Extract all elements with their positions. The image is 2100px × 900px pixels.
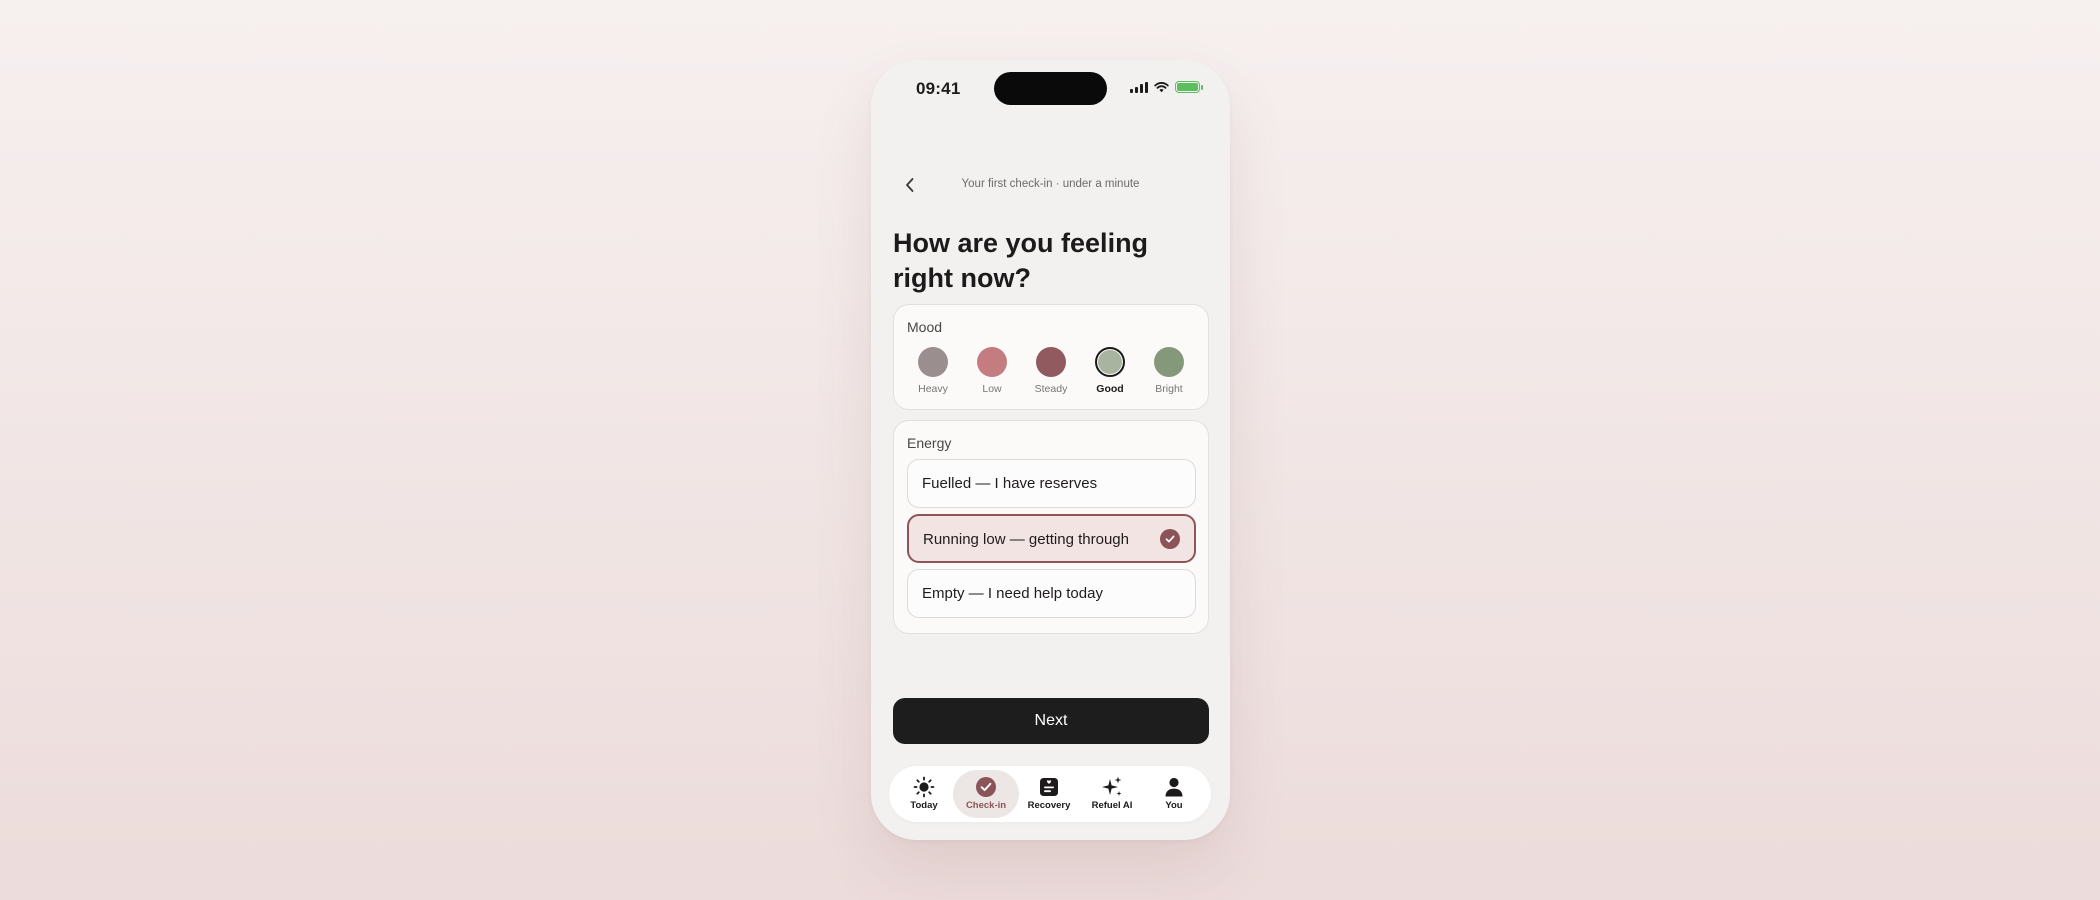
mood-option-bright[interactable]: Bright — [1144, 347, 1194, 395]
checkin-caption: Your first check-in · under a minute — [961, 178, 1140, 190]
tab-bar: Today Check-in Recovery Refuel AI You — [889, 766, 1211, 822]
mood-swatch — [1036, 347, 1066, 377]
sparkle-icon — [1102, 776, 1122, 796]
status-time: 09:41 — [916, 79, 961, 98]
tab-label: Today — [910, 800, 938, 811]
energy-option-label: Fuelled — I have reserves — [922, 475, 1098, 492]
status-icons — [1130, 81, 1203, 93]
check-icon — [1160, 529, 1180, 549]
mood-swatch — [1095, 347, 1125, 377]
mood-swatch — [977, 347, 1007, 377]
tab-today[interactable]: Today — [891, 770, 957, 818]
tab-label: You — [1165, 800, 1183, 811]
energy-option-empty[interactable]: Empty — I need help today — [907, 569, 1196, 618]
phone-screen: 09:41 Your first check-in · under a minu… — [871, 60, 1230, 840]
tab-label: Check-in — [965, 800, 1007, 811]
mood-option-steady[interactable]: Steady — [1026, 347, 1076, 395]
next-button[interactable]: Next — [893, 698, 1209, 744]
header: Your first check-in · under a minute — [871, 170, 1230, 200]
tab-label: Refuel AI — [1091, 800, 1133, 811]
page-title: How are you feeling right now? — [893, 228, 1149, 293]
mood-option-low[interactable]: Low — [967, 347, 1017, 395]
mood-label: Mood — [907, 319, 943, 335]
energy-card: Energy Fuelled — I have reserves Running… — [893, 420, 1209, 634]
mood-option-heavy[interactable]: Heavy — [908, 347, 958, 395]
energy-option-label: Running low — getting through — [923, 531, 1129, 548]
dynamic-island — [994, 72, 1107, 105]
tab-label: Recovery — [1027, 800, 1071, 811]
journal-icon — [1040, 778, 1058, 796]
energy-option-running-low[interactable]: Running low — getting through — [907, 514, 1196, 563]
tab-recovery[interactable]: Recovery — [1016, 770, 1082, 818]
person-icon — [1165, 777, 1183, 797]
tab-you[interactable]: You — [1141, 770, 1207, 818]
signal-icon — [1130, 81, 1148, 93]
battery-icon — [1175, 81, 1203, 93]
status-bar: 09:41 — [871, 60, 1230, 120]
tab-refuel-ai[interactable]: Refuel AI — [1079, 770, 1145, 818]
wifi-icon — [1154, 82, 1169, 93]
mood-swatch — [918, 347, 948, 377]
mood-option-label: Good — [1096, 383, 1124, 395]
mood-swatch — [1154, 347, 1184, 377]
mood-option-label: Low — [982, 383, 1002, 395]
mood-option-label: Steady — [1034, 383, 1068, 395]
energy-label: Energy — [907, 435, 952, 451]
mood-option-good[interactable]: Good — [1085, 347, 1135, 395]
tab-check-in[interactable]: Check-in — [953, 770, 1019, 818]
sun-icon — [913, 776, 935, 798]
mood-option-label: Bright — [1155, 383, 1183, 395]
mood-card: Mood Heavy Low Steady Good Bright — [893, 304, 1209, 410]
energy-option-fuelled[interactable]: Fuelled — I have reserves — [907, 459, 1196, 508]
mood-option-label: Heavy — [918, 383, 948, 395]
check-circle-icon — [976, 777, 996, 797]
energy-option-label: Empty — I need help today — [922, 585, 1103, 602]
